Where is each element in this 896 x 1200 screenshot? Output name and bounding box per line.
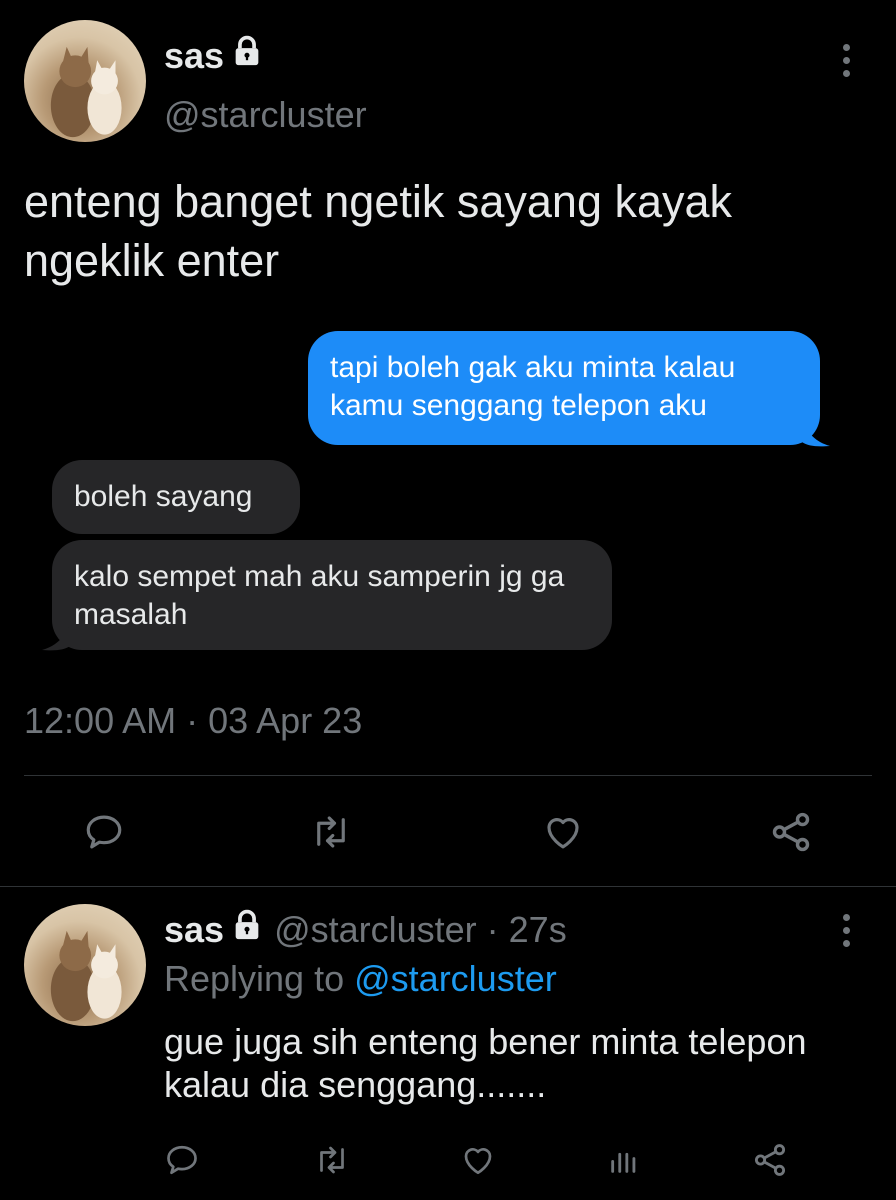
replying-to-mention[interactable]: @starcluster xyxy=(354,958,557,999)
avatar[interactable] xyxy=(24,20,146,142)
share-icon[interactable] xyxy=(766,810,816,854)
like-icon[interactable] xyxy=(538,810,588,854)
reply-author-row[interactable]: sas @starcluster · 27s xyxy=(164,908,567,951)
tweet-text: enteng banget ngetik sayang kayak ngekli… xyxy=(24,176,733,286)
retweet-icon[interactable] xyxy=(306,810,356,854)
like-icon[interactable] xyxy=(456,1140,500,1180)
bubble-tail-incoming xyxy=(42,624,70,651)
more-options-icon[interactable] xyxy=(842,44,850,77)
cat-photo xyxy=(50,46,122,138)
author-name[interactable]: sas xyxy=(164,909,224,951)
chat-bubble-outgoing: tapi boleh gak aku minta kalau kamu seng… xyxy=(308,331,820,445)
more-options-icon[interactable] xyxy=(842,914,850,947)
author-handle[interactable]: @starcluster xyxy=(164,94,367,136)
time-ago[interactable]: · 27s xyxy=(487,909,567,951)
author-handle[interactable]: @starcluster xyxy=(274,909,477,951)
bubble-tail-outgoing xyxy=(802,420,830,447)
tweet-timestamp[interactable]: 12:00 AM · 03 Apr 23 xyxy=(24,700,362,742)
divider xyxy=(24,775,872,776)
divider xyxy=(0,886,896,887)
author-name[interactable]: sas xyxy=(164,35,224,77)
reply-icon[interactable] xyxy=(162,1140,202,1180)
retweet-icon[interactable] xyxy=(310,1140,354,1180)
analytics-icon[interactable] xyxy=(604,1140,644,1180)
replying-to: Replying to @starcluster xyxy=(164,958,557,1000)
chat-bubble-incoming: kalo sempet mah aku samperin jg ga masal… xyxy=(52,540,612,650)
author-name-row[interactable]: sas xyxy=(164,34,264,77)
avatar[interactable] xyxy=(24,904,146,1026)
reply-icon[interactable] xyxy=(82,810,126,854)
lock-icon xyxy=(230,34,264,77)
share-icon[interactable] xyxy=(750,1140,790,1180)
reply-text: gue juga sih enteng bener minta telepon … xyxy=(164,1021,807,1105)
cat-photo xyxy=(50,930,122,1022)
lock-icon xyxy=(230,908,264,951)
replying-prefix: Replying to xyxy=(164,958,345,999)
chat-bubble-incoming: boleh sayang xyxy=(52,460,300,534)
